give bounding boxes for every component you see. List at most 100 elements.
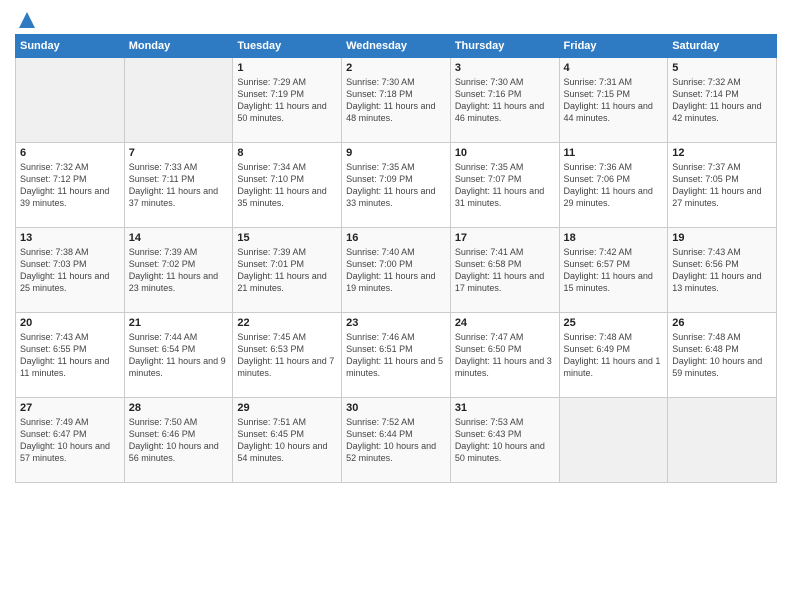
day-info: Sunrise: 7:53 AMSunset: 6:43 PMDaylight:… (455, 416, 555, 465)
day-info: Sunrise: 7:48 AMSunset: 6:49 PMDaylight:… (564, 331, 664, 380)
day-cell: 6Sunrise: 7:32 AMSunset: 7:12 PMDaylight… (16, 143, 125, 228)
day-number: 26 (672, 317, 772, 329)
day-info: Sunrise: 7:37 AMSunset: 7:05 PMDaylight:… (672, 161, 772, 210)
day-info: Sunrise: 7:32 AMSunset: 7:14 PMDaylight:… (672, 76, 772, 125)
day-number: 18 (564, 232, 664, 244)
day-number: 8 (237, 147, 337, 159)
day-cell: 29 Sunrise: 7:51 AMSunset: 6:45 PMDayligh… (233, 398, 342, 483)
day-cell: 1 Sunrise: 7:29 AMSunset: 7:19 PMDaylight… (233, 58, 342, 143)
day-cell: 7Sunrise: 7:33 AMSunset: 7:11 PMDaylight… (124, 143, 233, 228)
day-info: Sunrise: 7:38 AMSunset: 7:03 PMDaylight:… (20, 246, 120, 295)
week-row-5: 27 Sunrise: 7:49 AMSunset: 6:47 PMDayligh… (16, 398, 777, 483)
day-header-wednesday: Wednesday (342, 35, 451, 58)
day-info: Sunrise: 7:35 AMSunset: 7:07 PMDaylight:… (455, 161, 555, 210)
day-number: 15 (237, 232, 337, 244)
day-info: Sunrise: 7:31 AMSunset: 7:15 PMDaylight:… (564, 76, 664, 125)
day-number: 24 (455, 317, 555, 329)
day-number: 1 (237, 62, 337, 74)
day-number: 17 (455, 232, 555, 244)
day-number: 4 (564, 62, 664, 74)
day-info: Sunrise: 7:51 AMSunset: 6:45 PMDaylight:… (237, 416, 337, 465)
day-header-tuesday: Tuesday (233, 35, 342, 58)
calendar-table: SundayMondayTuesdayWednesdayThursdayFrid… (15, 34, 777, 483)
day-info: Sunrise: 7:42 AMSunset: 6:57 PMDaylight:… (564, 246, 664, 295)
day-info: Sunrise: 7:47 AMSunset: 6:50 PMDaylight:… (455, 331, 555, 380)
logo (15, 10, 37, 26)
day-info: Sunrise: 7:43 AMSunset: 6:56 PMDaylight:… (672, 246, 772, 295)
day-cell: 8 Sunrise: 7:34 AMSunset: 7:10 PMDaylight… (233, 143, 342, 228)
day-number: 12 (672, 147, 772, 159)
day-cell: 9 Sunrise: 7:35 AMSunset: 7:09 PMDaylight… (342, 143, 451, 228)
day-number: 9 (346, 147, 446, 159)
day-number: 13 (20, 232, 120, 244)
day-cell (16, 58, 125, 143)
day-cell: 26 Sunrise: 7:48 AMSunset: 6:48 PMDayligh… (668, 313, 777, 398)
day-info: Sunrise: 7:40 AMSunset: 7:00 PMDaylight:… (346, 246, 446, 295)
day-number: 19 (672, 232, 772, 244)
day-cell: 22Sunrise: 7:45 AMSunset: 6:53 PMDayligh… (233, 313, 342, 398)
day-info: Sunrise: 7:48 AMSunset: 6:48 PMDaylight:… (672, 331, 772, 380)
day-number: 22 (237, 317, 337, 329)
day-number: 29 (237, 402, 337, 414)
day-info: Sunrise: 7:52 AMSunset: 6:44 PMDaylight:… (346, 416, 446, 465)
day-number: 28 (129, 402, 229, 414)
day-number: 30 (346, 402, 446, 414)
day-cell: 15 Sunrise: 7:39 AMSunset: 7:01 PMDayligh… (233, 228, 342, 313)
day-cell (668, 398, 777, 483)
day-info: Sunrise: 7:36 AMSunset: 7:06 PMDaylight:… (564, 161, 664, 210)
day-cell: 25 Sunrise: 7:48 AMSunset: 6:49 PMDayligh… (559, 313, 668, 398)
day-number: 10 (455, 147, 555, 159)
day-number: 25 (564, 317, 664, 329)
day-cell (559, 398, 668, 483)
day-cell: 31Sunrise: 7:53 AMSunset: 6:43 PMDayligh… (450, 398, 559, 483)
week-row-4: 20Sunrise: 7:43 AMSunset: 6:55 PMDayligh… (16, 313, 777, 398)
day-number: 11 (564, 147, 664, 159)
day-cell: 10 Sunrise: 7:35 AMSunset: 7:07 PMDayligh… (450, 143, 559, 228)
day-header-sunday: Sunday (16, 35, 125, 58)
day-cell: 28 Sunrise: 7:50 AMSunset: 6:46 PMDayligh… (124, 398, 233, 483)
day-cell: 23 Sunrise: 7:46 AMSunset: 6:51 PMDayligh… (342, 313, 451, 398)
day-number: 23 (346, 317, 446, 329)
day-cell: 12 Sunrise: 7:37 AMSunset: 7:05 PMDayligh… (668, 143, 777, 228)
day-cell: 27 Sunrise: 7:49 AMSunset: 6:47 PMDayligh… (16, 398, 125, 483)
day-cell: 21Sunrise: 7:44 AMSunset: 6:54 PMDayligh… (124, 313, 233, 398)
day-cell (124, 58, 233, 143)
day-number: 21 (129, 317, 229, 329)
day-info: Sunrise: 7:29 AMSunset: 7:19 PMDaylight:… (237, 76, 337, 125)
day-cell: 11 Sunrise: 7:36 AMSunset: 7:06 PMDayligh… (559, 143, 668, 228)
day-info: Sunrise: 7:50 AMSunset: 6:46 PMDaylight:… (129, 416, 229, 465)
day-info: Sunrise: 7:41 AMSunset: 6:58 PMDaylight:… (455, 246, 555, 295)
day-header-friday: Friday (559, 35, 668, 58)
day-cell: 3 Sunrise: 7:30 AMSunset: 7:16 PMDaylight… (450, 58, 559, 143)
day-header-thursday: Thursday (450, 35, 559, 58)
week-row-3: 13 Sunrise: 7:38 AMSunset: 7:03 PMDayligh… (16, 228, 777, 313)
page: SundayMondayTuesdayWednesdayThursdayFrid… (0, 0, 792, 612)
day-info: Sunrise: 7:49 AMSunset: 6:47 PMDaylight:… (20, 416, 120, 465)
day-number: 27 (20, 402, 120, 414)
day-cell: 20Sunrise: 7:43 AMSunset: 6:55 PMDayligh… (16, 313, 125, 398)
day-number: 2 (346, 62, 446, 74)
day-info: Sunrise: 7:30 AMSunset: 7:16 PMDaylight:… (455, 76, 555, 125)
day-info: Sunrise: 7:43 AMSunset: 6:55 PMDaylight:… (20, 331, 120, 380)
day-header-monday: Monday (124, 35, 233, 58)
day-info: Sunrise: 7:30 AMSunset: 7:18 PMDaylight:… (346, 76, 446, 125)
day-info: Sunrise: 7:39 AMSunset: 7:02 PMDaylight:… (129, 246, 229, 295)
day-cell: 14 Sunrise: 7:39 AMSunset: 7:02 PMDayligh… (124, 228, 233, 313)
day-info: Sunrise: 7:34 AMSunset: 7:10 PMDaylight:… (237, 161, 337, 210)
day-cell: 5 Sunrise: 7:32 AMSunset: 7:14 PMDaylight… (668, 58, 777, 143)
day-info: Sunrise: 7:39 AMSunset: 7:01 PMDaylight:… (237, 246, 337, 295)
day-info: Sunrise: 7:32 AMSunset: 7:12 PMDaylight:… (20, 161, 120, 210)
week-row-2: 6Sunrise: 7:32 AMSunset: 7:12 PMDaylight… (16, 143, 777, 228)
day-cell: 30 Sunrise: 7:52 AMSunset: 6:44 PMDayligh… (342, 398, 451, 483)
logo-text (15, 10, 37, 30)
day-cell: 24 Sunrise: 7:47 AMSunset: 6:50 PMDayligh… (450, 313, 559, 398)
day-info: Sunrise: 7:35 AMSunset: 7:09 PMDaylight:… (346, 161, 446, 210)
day-number: 14 (129, 232, 229, 244)
day-number: 5 (672, 62, 772, 74)
day-cell: 17 Sunrise: 7:41 AMSunset: 6:58 PMDayligh… (450, 228, 559, 313)
day-number: 3 (455, 62, 555, 74)
header (15, 10, 777, 26)
day-cell: 13 Sunrise: 7:38 AMSunset: 7:03 PMDayligh… (16, 228, 125, 313)
day-info: Sunrise: 7:46 AMSunset: 6:51 PMDaylight:… (346, 331, 446, 380)
day-header-saturday: Saturday (668, 35, 777, 58)
